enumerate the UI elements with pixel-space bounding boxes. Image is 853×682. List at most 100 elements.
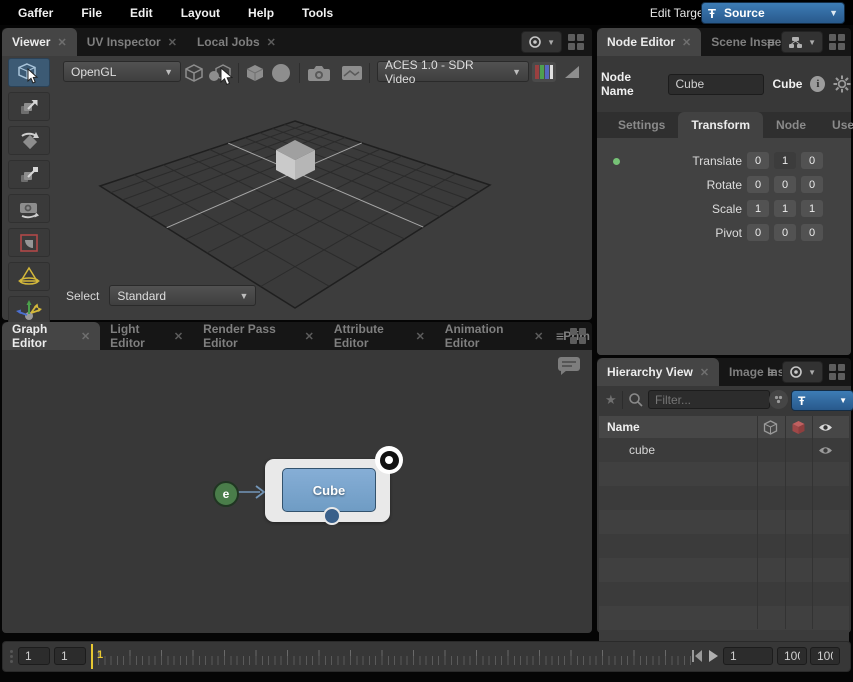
scale-y-field[interactable]: 1	[774, 200, 796, 217]
layout-menu-icon[interactable]	[570, 328, 586, 344]
node-focus-dot[interactable]	[375, 446, 403, 474]
translate-x-field[interactable]: 0	[747, 152, 769, 169]
close-icon[interactable]: ✕	[416, 330, 425, 343]
pivot-x-field[interactable]: 0	[747, 224, 769, 241]
tab-render-pass-editor[interactable]: Render Pass Editor✕	[193, 322, 324, 350]
close-icon[interactable]: ✕	[305, 330, 314, 343]
translate-z-field[interactable]: 0	[801, 152, 823, 169]
rotate-tool-button[interactable]	[8, 126, 50, 155]
menu-help[interactable]: Help	[234, 6, 288, 20]
close-icon[interactable]: ✕	[57, 36, 66, 49]
filter-settings-icon[interactable]	[769, 390, 788, 409]
tab-graph-editor[interactable]: Graph Editor✕	[2, 322, 100, 350]
select-mode-dropdown[interactable]: Standard▼	[109, 285, 256, 306]
subtab-settings[interactable]: Settings	[605, 112, 678, 138]
subtab-transform[interactable]: Transform	[678, 112, 763, 138]
rotate-x-field[interactable]: 0	[747, 176, 769, 193]
close-icon[interactable]: ✕	[700, 366, 709, 379]
header-exclude-cube-icon[interactable]	[791, 420, 806, 435]
gear-icon[interactable]	[832, 74, 851, 94]
timeline-ruler[interactable]	[98, 642, 692, 671]
end-frame-field[interactable]	[777, 647, 807, 665]
max-frame-field[interactable]	[810, 647, 840, 665]
tab-list-icon[interactable]: ≡	[556, 331, 564, 341]
tab-light-editor[interactable]: Light Editor✕	[100, 322, 193, 350]
layout-menu-icon[interactable]	[829, 34, 845, 50]
menu-gaffer[interactable]: Gaffer	[4, 6, 67, 20]
subtab-user[interactable]: User	[819, 112, 853, 138]
cube-node-label[interactable]: Cube	[282, 468, 376, 512]
translate-y-field[interactable]: 1	[774, 152, 796, 169]
camera-tool-button[interactable]	[8, 194, 50, 223]
rotate-z-field[interactable]: 0	[801, 176, 823, 193]
timeline-playhead[interactable]	[91, 644, 93, 669]
select-tool-button[interactable]	[8, 58, 50, 87]
timeline-current-field[interactable]	[54, 647, 86, 665]
camera-icon[interactable]	[306, 62, 332, 84]
image-layers-icon[interactable]	[340, 63, 364, 83]
crop-window-tool-button[interactable]	[8, 228, 50, 257]
viewer-overlay-menu-button[interactable]: ▼	[521, 31, 562, 53]
pivot-z-field[interactable]: 0	[801, 224, 823, 241]
filter-input[interactable]	[648, 390, 770, 409]
scale-z-field[interactable]: 1	[801, 200, 823, 217]
pivot-y-field[interactable]: 0	[774, 224, 796, 241]
close-icon[interactable]: ✕	[534, 330, 543, 343]
row-visibility-eye-icon[interactable]	[818, 445, 833, 456]
scale-x-field[interactable]: 1	[747, 200, 769, 217]
info-icon[interactable]: i	[810, 76, 825, 92]
edit-target-dropdown[interactable]: Ŧ Source ▼	[701, 2, 845, 24]
tab-hierarchy-view[interactable]: Hierarchy View✕	[597, 358, 719, 386]
scale-tool-button[interactable]	[8, 160, 50, 189]
tab-list-icon[interactable]: ≡	[767, 37, 775, 47]
tab-node-editor[interactable]: Node Editor✕	[597, 28, 701, 56]
header-instances-cube-icon[interactable]	[763, 420, 778, 435]
menu-edit[interactable]: Edit	[116, 6, 167, 20]
tab-list-icon[interactable]: ≡	[768, 367, 776, 377]
close-icon[interactable]: ✕	[174, 330, 183, 343]
graph-editor-body[interactable]: e Cube	[2, 350, 592, 633]
frame-field[interactable]	[723, 647, 773, 665]
tab-uv-inspector[interactable]: UV Inspector✕	[77, 28, 187, 56]
channel-select-icon[interactable]	[532, 62, 556, 82]
cube-node[interactable]: Cube	[265, 459, 390, 522]
solid-cube-icon[interactable]	[244, 62, 266, 84]
tab-attribute-editor[interactable]: Attribute Editor✕	[324, 322, 435, 350]
tab-local-jobs[interactable]: Local Jobs✕	[187, 28, 286, 56]
tab-animation-editor[interactable]: Animation Editor✕	[435, 322, 554, 350]
node-name-input[interactable]	[668, 74, 764, 95]
editor-focus-menu-button[interactable]: ▼	[781, 31, 823, 53]
expression-node[interactable]: e	[213, 481, 239, 507]
play-icon[interactable]	[707, 649, 719, 663]
name-column-header[interactable]: Name	[607, 420, 640, 434]
edit-scope-dropdown[interactable]: Ŧ ▼	[791, 390, 853, 411]
node-output-plug[interactable]	[323, 507, 341, 525]
menu-tools[interactable]: Tools	[288, 6, 347, 20]
tab-viewer[interactable]: Viewer✕	[2, 28, 77, 56]
close-icon[interactable]: ✕	[81, 330, 90, 343]
bookmark-star-icon[interactable]: ★	[605, 392, 617, 408]
renderer-dropdown[interactable]: OpenGL▼	[63, 61, 181, 82]
menu-file[interactable]: File	[67, 6, 116, 20]
close-icon[interactable]: ✕	[267, 36, 276, 49]
display-transform-dropdown[interactable]: ACES 1.0 - SDR Video▼	[377, 61, 529, 82]
light-position-tool-button[interactable]	[8, 296, 50, 325]
translate-tool-button[interactable]	[8, 92, 50, 121]
shaded-sphere-icon[interactable]	[270, 62, 292, 84]
viewport-3d[interactable]	[2, 56, 592, 320]
rotate-y-field[interactable]: 0	[774, 176, 796, 193]
header-visibility-eye-icon[interactable]	[818, 422, 833, 433]
subtab-node[interactable]: Node	[763, 112, 819, 138]
timeline-start-field[interactable]	[18, 647, 50, 665]
layout-menu-icon[interactable]	[568, 34, 584, 50]
editor-focus-menu-button[interactable]: ▼	[782, 361, 823, 383]
menu-layout[interactable]: Layout	[167, 6, 234, 20]
close-icon[interactable]: ✕	[168, 36, 177, 49]
close-icon[interactable]: ✕	[682, 36, 691, 49]
exposure-gamma-icon[interactable]	[563, 64, 581, 80]
skip-to-start-icon[interactable]	[691, 649, 703, 663]
timeline-grip-handle[interactable]	[10, 650, 13, 663]
light-tool-button[interactable]	[8, 262, 50, 291]
layout-menu-icon[interactable]	[829, 364, 845, 380]
annotation-bubble-icon[interactable]	[556, 355, 582, 377]
